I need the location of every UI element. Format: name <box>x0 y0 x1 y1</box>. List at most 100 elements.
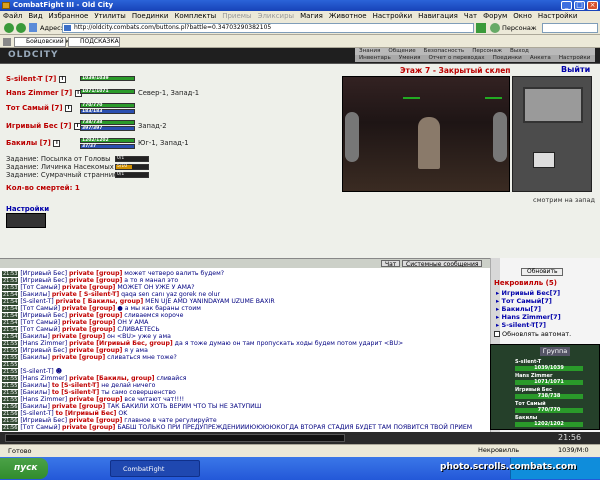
tab-hint[interactable]: ПОДСКАЗКА <box>68 37 120 47</box>
player-row[interactable]: Тот Самый [7] i <box>6 104 73 114</box>
player-row[interactable]: Бакилы [7] i <box>6 139 61 149</box>
player-name[interactable]: Hans Zimmer <box>6 89 58 97</box>
refresh-button[interactable]: Обновить <box>521 268 564 276</box>
nav-inventory[interactable]: Инвентарь <box>355 55 395 61</box>
chat-sender[interactable]: [S-silent-T] <box>18 298 55 305</box>
chat-sender[interactable]: [S-silent-T] <box>18 410 55 417</box>
nav-settings[interactable]: Настройки <box>555 55 595 61</box>
chat-tab[interactable]: Чат <box>381 260 401 268</box>
info-icon[interactable]: i <box>53 139 61 147</box>
chat-sender[interactable]: [Бакилы] <box>18 389 51 396</box>
monster-figure[interactable] <box>418 117 440 169</box>
back-icon[interactable] <box>4 23 14 33</box>
online-player[interactable]: ▸ Hans Zimmer[7] <box>496 313 561 321</box>
minimap[interactable] <box>523 87 583 123</box>
menu-item-file[interactable]: Файл <box>0 12 25 20</box>
persona-label[interactable]: Персонаж <box>502 22 537 34</box>
chat-sender[interactable]: [S-silent-T] <box>18 368 55 375</box>
refresh-icon[interactable] <box>29 23 37 32</box>
chat-sender[interactable]: [Тот Самый] <box>18 305 62 312</box>
menu-item-favorites[interactable]: Избранное <box>46 12 92 20</box>
chat-sender[interactable]: [Hans Zimmer] <box>18 396 69 403</box>
chat-private-tag[interactable]: private [group] <box>69 277 122 284</box>
chat-private-tag[interactable]: private [ Бакилы, group] <box>56 298 144 305</box>
chat-private-tag[interactable]: private [group] <box>52 333 105 340</box>
nav-communication[interactable]: Общение <box>384 48 419 54</box>
chat-sender[interactable]: [Тот Самый] <box>18 424 62 431</box>
chat-private-tag[interactable]: private [group] <box>52 403 105 410</box>
chat-sender[interactable]: [Hans Zimmer] <box>18 340 69 347</box>
minimize-button[interactable]: _ <box>561 1 572 10</box>
menu-item-animal[interactable]: Животное <box>326 12 370 20</box>
tab-battle-club[interactable]: Бойцовский клуб <box>14 37 80 47</box>
nav-skills[interactable]: Умения <box>395 55 425 61</box>
tab-menu-icon[interactable] <box>3 38 11 46</box>
chat-private-tag[interactable]: private [Игривый Бес, group] <box>69 340 173 347</box>
menu-item-settings[interactable]: Настройки <box>370 12 416 20</box>
info-icon[interactable]: i <box>65 104 73 112</box>
chat-sender[interactable]: [Тот Самый] <box>18 284 62 291</box>
chat-sender[interactable]: [Тот Самый] <box>18 319 62 326</box>
forward-icon[interactable] <box>16 23 26 33</box>
system-messages-tab[interactable]: Системные сообщения <box>402 260 483 268</box>
menu-item-chat[interactable]: Чат <box>461 12 480 20</box>
player-row[interactable]: Игривый Бес [7] i <box>6 122 81 132</box>
nav-exit[interactable]: Выход <box>506 48 533 54</box>
taskbar-window[interactable]: CombatFight <box>110 460 200 477</box>
chat-sender[interactable]: [Hans Zimmer] <box>18 375 69 382</box>
go-icon[interactable] <box>476 23 486 33</box>
nav-character[interactable]: Персонаж <box>468 48 506 54</box>
nav-quests[interactable]: Поединки <box>489 55 526 61</box>
menu-item-utilities[interactable]: Утилиты <box>91 12 129 20</box>
chat-private-tag[interactable]: to [S-silent-T] <box>52 389 99 396</box>
auto-refresh-checkbox[interactable] <box>494 331 500 337</box>
chat-sender[interactable]: [Игривый Бес] <box>18 347 69 354</box>
chat-sender[interactable]: [Бакилы] <box>18 333 51 340</box>
menu-item-sets[interactable]: Комплекты <box>171 12 219 20</box>
chat-private-tag[interactable]: private [group] <box>69 396 122 403</box>
chat-sender[interactable]: [Тот Самый] <box>18 326 62 333</box>
nav-anchor[interactable]: Анкета <box>526 55 555 61</box>
chat-private-tag[interactable]: to [Игривый Бес] <box>56 410 117 417</box>
chat-private-tag[interactable]: private [ S-silent-T] <box>52 291 119 298</box>
chat-private-tag[interactable]: private [group] <box>62 284 115 291</box>
player-row[interactable]: Hans Zimmer [7] i <box>6 89 82 99</box>
menu-item-preferences[interactable]: Настройки <box>535 12 581 20</box>
player-row[interactable]: S-silent-T [7] i <box>6 75 66 85</box>
chat-private-tag[interactable]: private [group] <box>62 319 115 326</box>
chat-sender[interactable]: [Бакилы] <box>18 354 51 361</box>
chat-private-tag[interactable]: private [group] <box>62 326 115 333</box>
chat-private-tag[interactable]: private [Бакилы, group] <box>69 375 154 382</box>
chat-private-tag[interactable]: private [group] <box>52 354 105 361</box>
chat-private-tag[interactable]: private [group] <box>69 417 122 424</box>
online-player[interactable]: ▸ Бакилы[7] <box>496 305 541 313</box>
menu-item-elixirs[interactable]: Эликсиры <box>255 12 298 20</box>
exit-link[interactable]: Выйти <box>561 65 590 74</box>
info-icon[interactable]: i <box>58 75 66 83</box>
menu-item-magic[interactable]: Магия <box>297 12 326 20</box>
menu-item-duels[interactable]: Поединки <box>129 12 172 20</box>
menu-item-view[interactable]: Вид <box>25 12 45 20</box>
settings-link[interactable]: Настройки <box>6 205 49 213</box>
nav-security[interactable]: Безопасность <box>420 48 469 54</box>
chat-sender[interactable]: [Бакилы] <box>18 382 51 389</box>
chat-private-tag[interactable]: private [group] <box>69 270 122 277</box>
nav-knowledge[interactable]: Знания <box>355 48 384 54</box>
chat-sender[interactable]: [Игривый Бес] <box>18 417 69 424</box>
compass[interactable] <box>533 152 555 168</box>
chat-sender[interactable]: [Бакилы] <box>18 291 51 298</box>
menu-item-receptions[interactable]: Приемы <box>219 12 254 20</box>
close-button[interactable]: × <box>587 1 598 10</box>
player-name[interactable]: Бакилы <box>6 139 37 147</box>
chat-sender[interactable]: [Игривый Бес] <box>18 277 69 284</box>
chat-private-tag[interactable]: private [group] <box>69 312 122 319</box>
online-player[interactable]: ▸ Игривый Бес[7] <box>496 289 560 297</box>
online-player[interactable]: ▸ Тот Самый[7] <box>496 297 552 305</box>
menu-item-navigation[interactable]: Навигация <box>415 12 461 20</box>
chat-private-tag[interactable]: private [group] <box>62 424 115 431</box>
menu-item-forum[interactable]: Форум <box>480 12 510 20</box>
chat-sender[interactable]: [Игривый Бес] <box>18 270 69 277</box>
chat-private-tag[interactable]: to [S-silent-T] <box>52 382 99 389</box>
start-button[interactable]: пуск <box>0 458 48 479</box>
chat-input[interactable] <box>5 434 345 442</box>
